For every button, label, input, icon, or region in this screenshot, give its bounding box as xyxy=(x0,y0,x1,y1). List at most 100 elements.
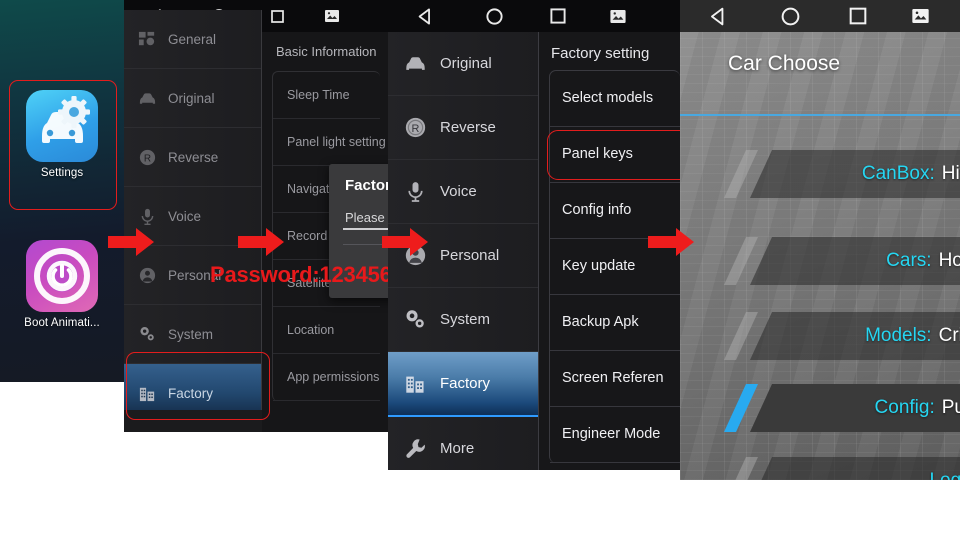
row-cars[interactable]: Cars: Hond xyxy=(724,237,960,285)
row-key: Cars: xyxy=(886,250,932,271)
back-triangle-icon[interactable] xyxy=(680,6,756,27)
sidebar-item-general[interactable]: General xyxy=(124,10,261,69)
row-value: Publi xyxy=(941,397,960,418)
sidebar-item-system[interactable]: System xyxy=(388,288,538,352)
settings-panel: General Original R Reverse Voice Persona… xyxy=(124,0,388,432)
sidebar-item-label: More xyxy=(440,440,475,457)
list-item[interactable]: Location xyxy=(273,307,380,354)
gears-icon xyxy=(406,310,424,328)
row-value: Hond xyxy=(938,250,960,271)
sidebar-item-reverse[interactable]: R Reverse xyxy=(124,128,261,187)
factory-body: Original R Reverse Voice Personal System… xyxy=(388,32,680,470)
svg-text:R: R xyxy=(144,153,151,164)
android-navbar xyxy=(388,0,680,32)
gears-icon xyxy=(140,326,154,340)
android-navbar xyxy=(680,0,960,32)
row-value: Cride xyxy=(938,325,960,346)
row-config[interactable]: Config: Publi xyxy=(724,384,960,432)
screenshot-icon[interactable] xyxy=(590,9,646,23)
sidebar-item-label: Original xyxy=(440,55,492,72)
flow-arrow-4 xyxy=(648,226,696,263)
row-logo[interactable]: Logo: xyxy=(724,457,960,480)
sidebar-item-reverse[interactable]: R Reverse xyxy=(388,96,538,160)
flow-arrow-1 xyxy=(108,226,156,263)
back-triangle-icon[interactable] xyxy=(388,7,462,26)
settings-highlight-box xyxy=(9,80,117,210)
row-key: Models: xyxy=(865,325,932,346)
factory-highlight-box xyxy=(126,352,270,420)
sidebar-item-label: Original xyxy=(168,90,215,106)
row-models[interactable]: Models: Cride xyxy=(724,312,960,360)
sidebar-item-label: Voice xyxy=(440,183,477,200)
sidebar-item-original[interactable]: Original xyxy=(388,32,538,96)
sidebar-item-label: Reverse xyxy=(168,149,219,165)
app-boot-animation-label: Boot Animati... xyxy=(24,317,100,329)
sidebar-item-label: General xyxy=(168,31,217,47)
wrench-icon xyxy=(406,439,425,458)
select-models-highlight-box xyxy=(547,130,680,180)
microphone-icon xyxy=(141,208,154,225)
list-item-screen-reference[interactable]: Screen Referen xyxy=(550,351,680,407)
dialog-title: Factory xyxy=(345,177,388,194)
power-circle-icon[interactable] xyxy=(26,240,98,312)
row-key: Config: xyxy=(874,397,935,418)
recents-square-icon[interactable] xyxy=(824,6,892,26)
password-annotation: Password:123456 xyxy=(210,262,392,287)
dialog-subtitle: Please e xyxy=(345,210,388,225)
page-title: Car Choose xyxy=(728,52,841,75)
row-accent-slash xyxy=(724,457,758,480)
sidebar-item-factory[interactable]: Factory xyxy=(388,352,538,417)
car-icon xyxy=(139,92,156,104)
screenshot-icon[interactable] xyxy=(306,10,358,22)
list-item-select-models[interactable]: Select models xyxy=(550,71,680,127)
row-key: CanBox: xyxy=(861,163,935,184)
microphone-icon xyxy=(408,182,423,202)
power-glyph xyxy=(34,248,90,304)
sidebar-item-label: Reverse xyxy=(440,119,496,136)
list-item[interactable]: Panel light setting xyxy=(273,119,386,166)
row-accent-slash xyxy=(724,237,758,285)
sidebar-item-label: Factory xyxy=(440,375,491,392)
list-item-engineer-mode[interactable]: Engineer Mode xyxy=(550,407,680,463)
list-item-backup-apk[interactable]: Backup Apk xyxy=(550,295,680,351)
factory-building-icon xyxy=(406,376,424,393)
list-item[interactable]: Sleep Time xyxy=(273,72,380,119)
flow-arrow-2 xyxy=(238,226,286,263)
launcher-panel: Settings Boot Animati... xyxy=(0,0,124,382)
grid-icon xyxy=(138,31,155,45)
sidebar-item-voice[interactable]: Voice xyxy=(388,160,538,224)
settings-sidebar: General Original R Reverse Voice Persona… xyxy=(124,10,262,410)
app-boot-animation[interactable]: Boot Animati... xyxy=(0,240,124,329)
sidebar-item-label: System xyxy=(440,311,491,328)
sidebar-item-label: Voice xyxy=(168,208,202,224)
reverse-r-icon: R xyxy=(139,149,156,165)
app-icon-grid: Settings Boot Animati... xyxy=(0,0,124,382)
content-title: Factory setting xyxy=(551,45,650,62)
factory-list: Select models Panel keys Config info Key… xyxy=(549,70,680,463)
car-icon xyxy=(406,57,425,70)
factory-settings-panel: Original R Reverse Voice Personal System… xyxy=(388,0,680,470)
home-circle-icon[interactable] xyxy=(462,7,526,26)
row-key: Logo: xyxy=(929,470,960,480)
content-title: Basic Information xyxy=(276,44,377,59)
row-accent-slash xyxy=(724,150,758,198)
row-accent-slash xyxy=(724,312,758,360)
row-accent-slash xyxy=(724,384,758,432)
sidebar-item-label: Personal xyxy=(440,247,500,264)
recents-square-icon[interactable] xyxy=(526,7,590,25)
sidebar-item-label: System xyxy=(168,326,214,342)
svg-text:R: R xyxy=(412,123,420,135)
person-icon xyxy=(139,267,156,283)
sidebar-item-original[interactable]: Original xyxy=(124,69,261,128)
list-item[interactable]: App permissions xyxy=(273,354,380,401)
flow-arrow-3 xyxy=(382,226,430,263)
reverse-r-icon: R xyxy=(405,117,426,138)
title-divider xyxy=(680,114,960,116)
car-choose-panel: Car Choose CanBox: Hiwo Cars: Hond Model… xyxy=(680,0,960,480)
home-circle-icon[interactable] xyxy=(756,6,824,27)
sidebar-item-more[interactable]: More xyxy=(388,417,538,470)
row-value: Hiwo xyxy=(941,163,960,184)
car-choose-body: Car Choose CanBox: Hiwo Cars: Hond Model… xyxy=(680,32,960,480)
screenshot-icon[interactable] xyxy=(892,9,948,23)
row-canbox[interactable]: CanBox: Hiwo xyxy=(724,150,960,198)
